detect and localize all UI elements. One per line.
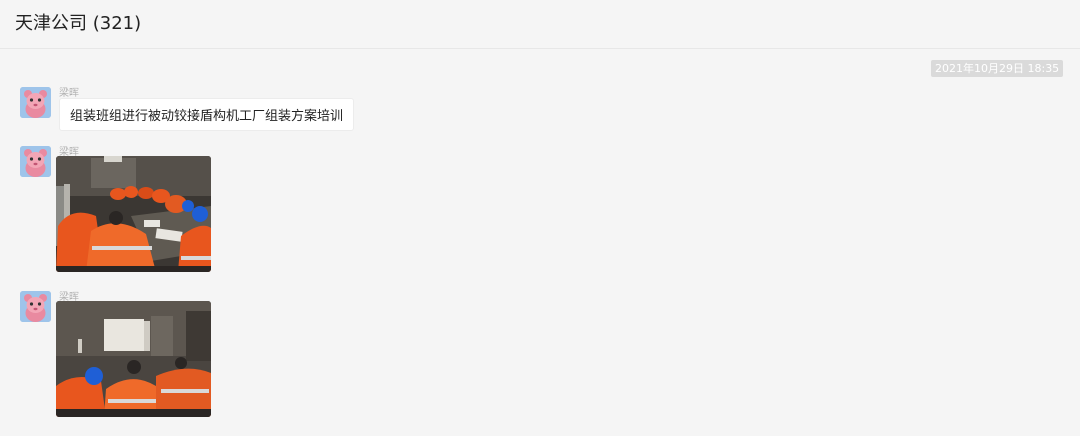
chat-title[interactable]: 天津公司 (321)	[15, 9, 141, 35]
image-message-meeting-photo-2[interactable]	[56, 301, 211, 417]
text-message-bubble[interactable]: 组装班组进行被动铰接盾构机工厂组装方案培训	[59, 98, 355, 131]
sender-avatar[interactable]	[20, 146, 51, 177]
sender-avatar[interactable]	[20, 291, 51, 322]
sender-name: 梁晖	[59, 88, 79, 99]
image-message-meeting-photo-1[interactable]	[56, 156, 211, 272]
sender-avatar[interactable]	[20, 87, 51, 118]
chat-header: 天津公司 (321)	[0, 0, 1080, 49]
message-timestamp: 2021年10月29日 18:35	[931, 60, 1064, 77]
